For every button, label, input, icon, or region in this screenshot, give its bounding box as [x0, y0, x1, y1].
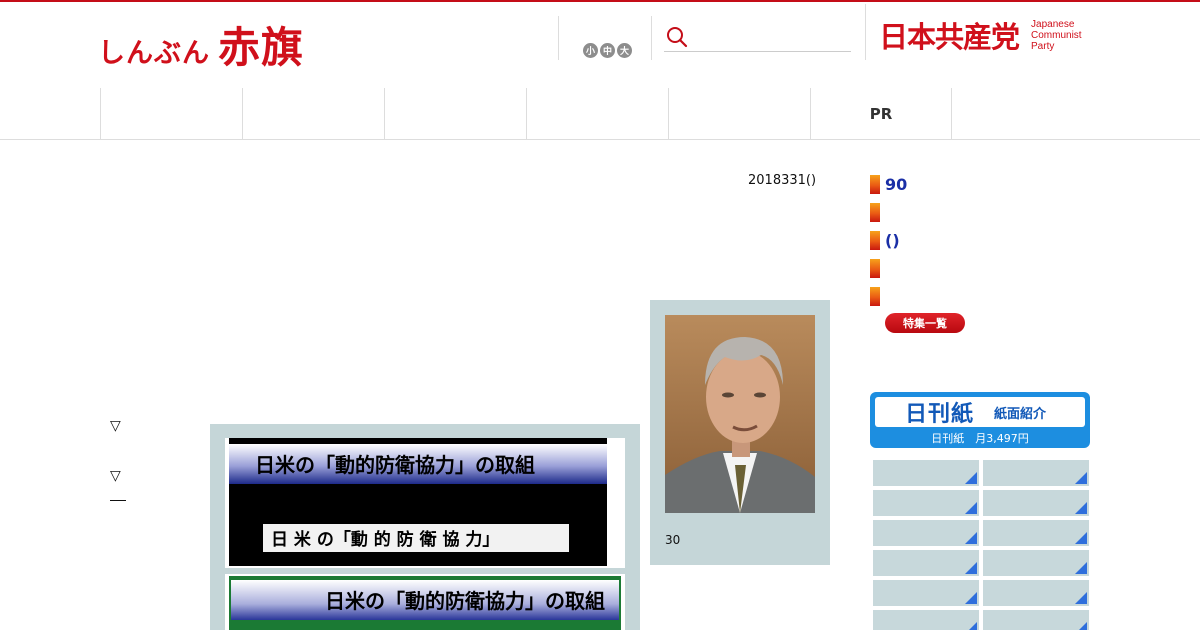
banner-inner: 日刊紙 紙面紹介 [875, 397, 1085, 427]
header-divider [558, 16, 559, 60]
orange-bar-icon [870, 202, 880, 222]
dash-marker [110, 500, 126, 501]
link-tile[interactable] [873, 460, 979, 486]
top-accent-line [0, 0, 1200, 2]
logo-kanji: 赤旗 [218, 23, 305, 72]
nav-bottom-border [0, 139, 1200, 140]
bullet-marker: ▽ [110, 468, 121, 484]
search-icon[interactable] [666, 26, 688, 52]
link-tile[interactable] [873, 490, 979, 516]
article-date: 2018331() [748, 173, 817, 188]
link-tile[interactable] [873, 610, 979, 630]
feature-link[interactable]: () [870, 226, 907, 254]
header-divider [865, 4, 866, 60]
bullet-marker: ▽ [110, 418, 121, 434]
orange-bar-icon [870, 258, 880, 278]
link-tile-grid [873, 460, 1091, 630]
portrait-photo [665, 315, 815, 513]
figure-title: 日米の「動的防衛協力」の取組 [255, 453, 535, 477]
feature-link-label: 90 [885, 174, 908, 194]
figure-title-repeat: 日米の「動的防衛協力」の取組 [325, 589, 605, 613]
jcp-name-en-line: Party [1031, 40, 1055, 52]
jcp-name-en: Japanese Communist Party [1031, 19, 1082, 52]
feature-link-label: () [885, 230, 900, 250]
orange-bar-icon [870, 230, 880, 250]
feature-list-button[interactable]: 特集一覧 [885, 313, 965, 333]
link-tile[interactable] [983, 460, 1089, 486]
main-nav: PR [100, 88, 952, 139]
site-logo[interactable]: しんぶん 赤旗 [98, 14, 304, 72]
nav-item[interactable] [100, 88, 242, 139]
nav-item-pr[interactable]: PR [810, 88, 952, 139]
search-box [664, 22, 851, 52]
link-tile[interactable] [983, 580, 1089, 606]
font-size-small-button[interactable]: 小 [583, 43, 598, 58]
header-divider [651, 16, 652, 60]
orange-bar-icon [870, 174, 880, 194]
font-size-large-button[interactable]: 大 [617, 43, 632, 58]
link-tile[interactable] [983, 520, 1089, 546]
daily-paper-banner[interactable]: 日刊紙 紙面紹介 日刊紙 月3,497円 [870, 392, 1090, 448]
orange-bar-icon [870, 286, 880, 306]
feature-link[interactable] [870, 254, 907, 282]
link-tile[interactable] [983, 490, 1089, 516]
feature-link[interactable]: 90 [870, 170, 907, 198]
figure-panel: 日米の「動的防衛協力」の取組 日 米 の「動 的 防 衛 協 力」 [225, 438, 625, 568]
jcp-name-en-line: Japanese [1031, 18, 1075, 30]
figure-panel: 日米の「動的防衛協力」の取組 [225, 574, 625, 630]
nav-item[interactable] [668, 88, 810, 139]
logo-kana: しんぶん [98, 38, 210, 69]
jcp-name-jp: 日本共産党 [879, 20, 1020, 54]
article-photo-box: 30 [650, 300, 830, 565]
nav-item[interactable] [384, 88, 526, 139]
article-figure-box: 日米の「動的防衛協力」の取組 日 米 の「動 的 防 衛 協 力」 日米の「動的… [210, 424, 640, 630]
jcp-name-en-line: Communist [1031, 29, 1082, 41]
font-size-medium-button[interactable]: 中 [600, 43, 615, 58]
nav-item[interactable] [526, 88, 668, 139]
banner-subtitle: 紙面紹介 [994, 406, 1047, 422]
banner-title: 日刊紙 [905, 402, 975, 427]
jcp-logo[interactable]: 日本共産党 Japanese Communist Party [879, 14, 1082, 56]
font-size-controls: 小 中 大 [583, 43, 632, 58]
feature-link-list: 90 () [870, 170, 907, 310]
link-tile[interactable] [983, 610, 1089, 630]
link-tile[interactable] [873, 550, 979, 576]
figure-subtitle: 日 米 の「動 的 防 衛 協 力」 [271, 529, 499, 550]
feature-link[interactable] [870, 198, 907, 226]
search-input[interactable] [694, 24, 844, 48]
nav-item[interactable] [242, 88, 384, 139]
link-tile[interactable] [873, 580, 979, 606]
feature-link[interactable] [870, 282, 907, 310]
photo-caption: 30 [665, 533, 681, 547]
link-tile[interactable] [873, 520, 979, 546]
link-tile[interactable] [983, 550, 1089, 576]
banner-price: 日刊紙 月3,497円 [931, 432, 1029, 445]
